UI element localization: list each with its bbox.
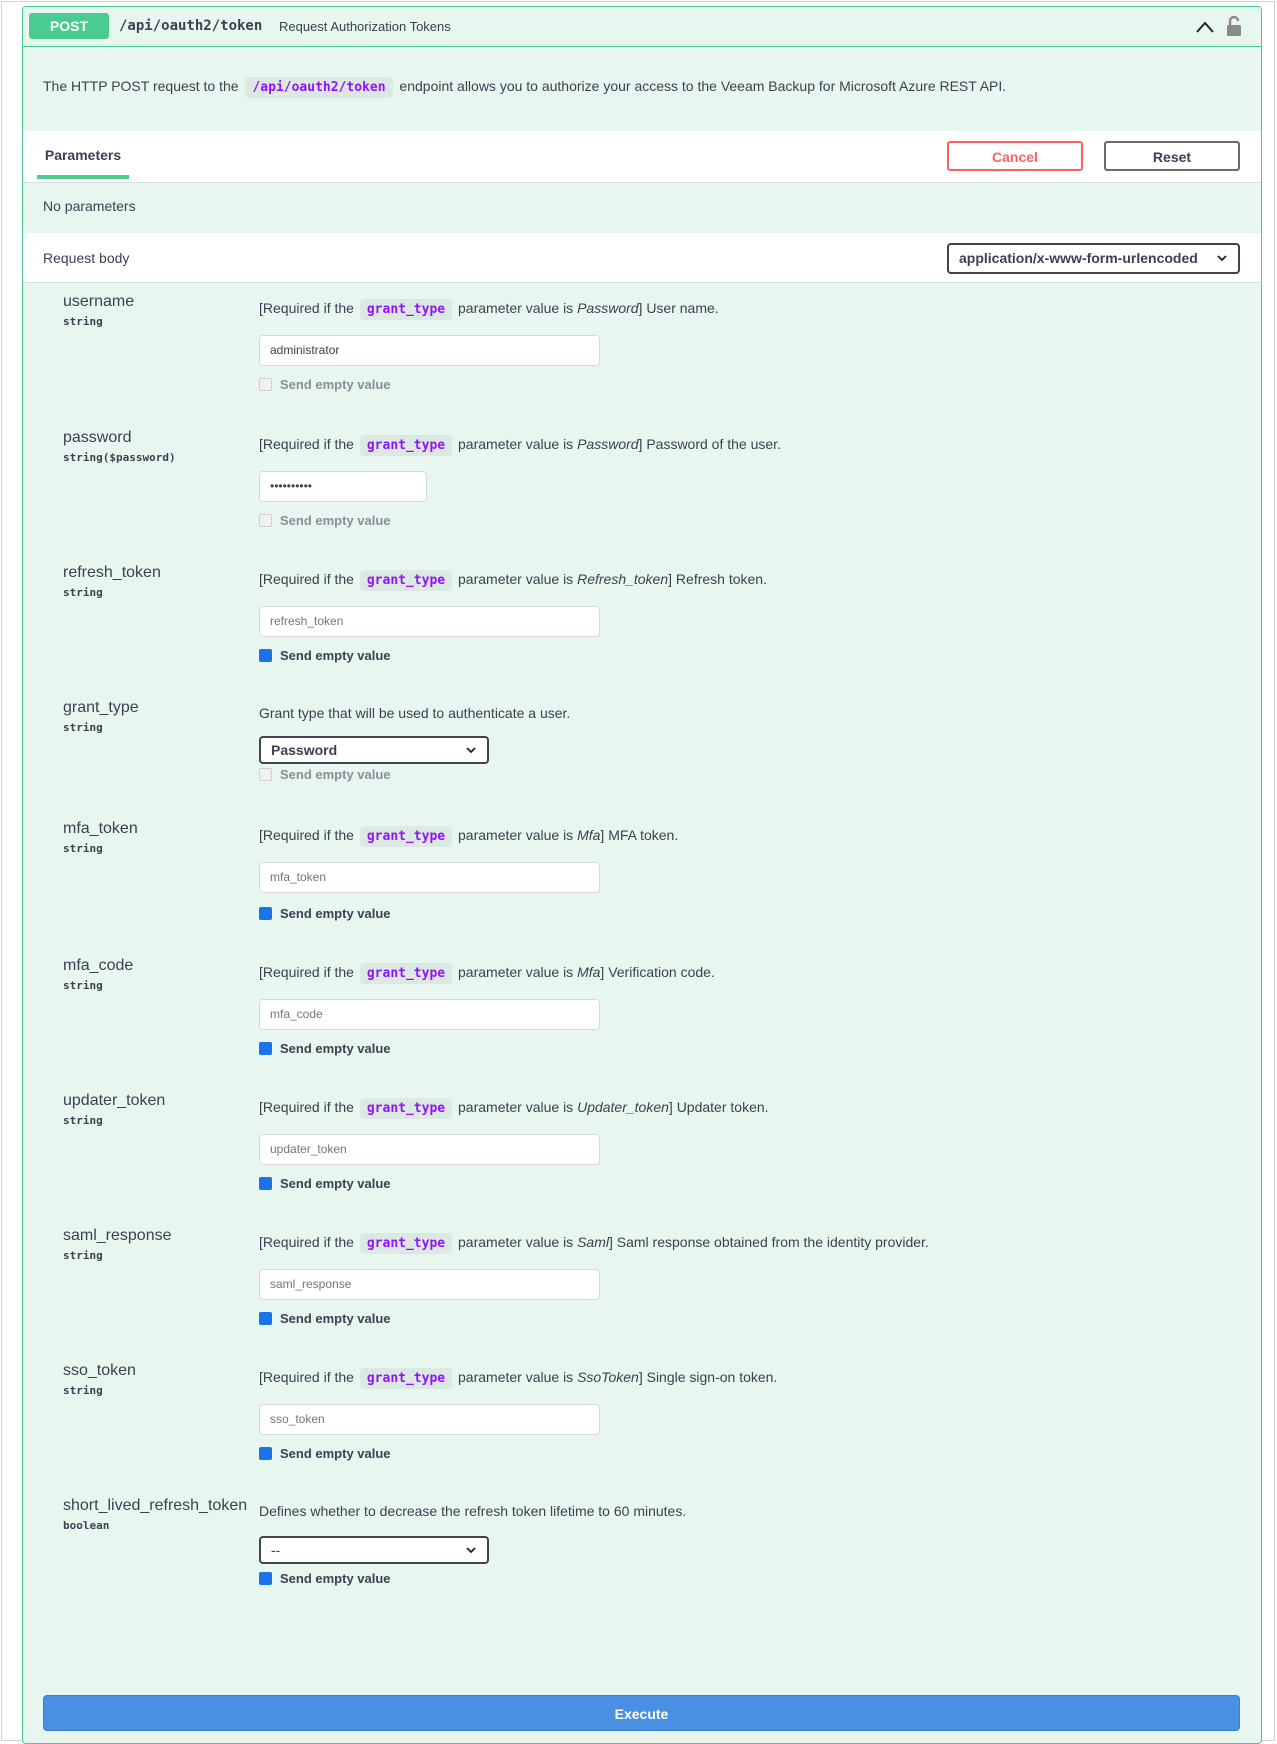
send-empty-checkbox[interactable]	[259, 1312, 272, 1325]
send-empty-label: Send empty value	[280, 513, 391, 528]
param-name: password	[63, 429, 132, 446]
send-empty-label: Send empty value	[280, 1311, 391, 1326]
chevron-up-icon[interactable]	[1195, 19, 1215, 35]
operation-description: The HTTP POST request to the /api/oauth2…	[43, 77, 1006, 98]
param-name: mfa_token	[63, 820, 138, 837]
grant-type-code: grant_type	[359, 299, 453, 320]
send-empty-label: Send empty value	[280, 1446, 391, 1461]
chevron-down-icon	[466, 1547, 476, 1554]
send-empty-label: Send empty value	[280, 906, 391, 921]
param-type: string	[63, 1249, 103, 1262]
param-name: username	[63, 293, 135, 310]
send-empty-checkbox[interactable]	[259, 1572, 272, 1585]
grant-type-code: grant_type	[359, 570, 453, 591]
send-empty-label: Send empty value	[280, 1571, 391, 1586]
operation-summary-text: Request Authorization Tokens	[279, 19, 451, 34]
grant-type-code: grant_type	[359, 1233, 453, 1254]
param-name: refresh_token	[63, 564, 161, 581]
mfa-code-input[interactable]: mfa_code	[259, 999, 600, 1030]
grant-type-code: grant_type	[359, 826, 453, 847]
send-empty-label: Send empty value	[280, 1176, 391, 1191]
param-description: [Required if the grant_type parameter va…	[259, 963, 715, 984]
username-input[interactable]: administrator	[259, 335, 600, 366]
param-description: Grant type that will be used to authenti…	[259, 705, 571, 721]
cancel-button[interactable]: Cancel	[947, 141, 1083, 171]
mfa-token-input[interactable]: mfa_token	[259, 862, 600, 893]
param-description: [Required if the grant_type parameter va…	[259, 435, 781, 456]
operation-summary[interactable]: POST /api/oauth2/token Request Authoriza…	[23, 7, 1261, 47]
tab-parameters[interactable]: Parameters	[37, 131, 129, 179]
param-name: short_lived_refresh_token	[63, 1497, 248, 1514]
send-empty-label: Send empty value	[280, 377, 391, 392]
saml-response-input[interactable]: saml_response	[259, 1269, 600, 1300]
no-parameters-text: No parameters	[43, 198, 136, 214]
param-name: sso_token	[63, 1362, 136, 1379]
updater-token-input[interactable]: updater_token	[259, 1134, 600, 1165]
grant-type-code: grant_type	[359, 963, 453, 984]
parameters-header: Parameters Cancel Reset	[23, 131, 1261, 183]
refresh-token-input[interactable]: refresh_token	[259, 606, 600, 637]
param-name: mfa_code	[63, 957, 134, 974]
param-description: [Required if the grant_type parameter va…	[259, 1233, 929, 1254]
send-empty-checkbox[interactable]	[259, 378, 272, 391]
reset-button[interactable]: Reset	[1104, 141, 1240, 171]
send-empty-checkbox[interactable]	[259, 1042, 272, 1055]
param-type: boolean	[63, 1519, 110, 1532]
execute-button[interactable]: Execute	[43, 1695, 1240, 1731]
param-type: string	[63, 979, 103, 992]
param-type: string($password)	[63, 451, 176, 464]
param-type: string	[63, 315, 103, 328]
content-type-select[interactable]: application/x-www-form-urlencoded	[947, 243, 1240, 274]
send-empty-checkbox[interactable]	[259, 514, 272, 527]
request-body-label: Request body	[43, 250, 130, 266]
param-type: string	[63, 721, 103, 734]
password-input[interactable]: ••••••••••	[259, 471, 427, 502]
sso-token-input[interactable]: sso_token	[259, 1404, 600, 1435]
param-name: updater_token	[63, 1092, 166, 1109]
param-description: [Required if the grant_type parameter va…	[259, 826, 678, 847]
window-frame: POST /api/oauth2/token Request Authoriza…	[1, 1, 1275, 1744]
send-empty-checkbox[interactable]	[259, 907, 272, 920]
send-empty-checkbox[interactable]	[259, 768, 272, 781]
param-description: [Required if the grant_type parameter va…	[259, 1098, 769, 1119]
param-name: saml_response	[63, 1227, 172, 1244]
send-empty-checkbox[interactable]	[259, 1447, 272, 1460]
param-description: Defines whether to decrease the refresh …	[259, 1503, 687, 1519]
param-type: string	[63, 1114, 103, 1127]
endpoint-code: /api/oauth2/token	[245, 77, 393, 98]
param-type: string	[63, 842, 103, 855]
request-body-header: Request body application/x-www-form-urle…	[23, 233, 1261, 283]
param-description: [Required if the grant_type parameter va…	[259, 1368, 777, 1389]
send-empty-checkbox[interactable]	[259, 1177, 272, 1190]
send-empty-checkbox[interactable]	[259, 649, 272, 662]
grant-type-code: grant_type	[359, 435, 453, 456]
param-type: string	[63, 1384, 103, 1397]
grant-type-code: grant_type	[359, 1098, 453, 1119]
param-description: [Required if the grant_type parameter va…	[259, 299, 719, 320]
send-empty-label: Send empty value	[280, 1041, 391, 1056]
operation-path: /api/oauth2/token	[119, 18, 263, 34]
param-name: grant_type	[63, 699, 139, 716]
send-empty-label: Send empty value	[280, 767, 391, 782]
param-type: string	[63, 586, 103, 599]
operation-block-post-token: POST /api/oauth2/token Request Authoriza…	[22, 6, 1262, 1744]
chevron-down-icon	[466, 747, 476, 754]
short-lived-refresh-token-select[interactable]: --	[259, 1536, 489, 1564]
param-description: [Required if the grant_type parameter va…	[259, 570, 767, 591]
chevron-down-icon	[1217, 255, 1227, 262]
send-empty-label: Send empty value	[280, 648, 391, 663]
grant-type-code: grant_type	[359, 1368, 453, 1389]
grant-type-select[interactable]: Password	[259, 736, 489, 764]
lock-icon[interactable]	[1225, 15, 1243, 37]
method-badge: POST	[29, 13, 109, 39]
